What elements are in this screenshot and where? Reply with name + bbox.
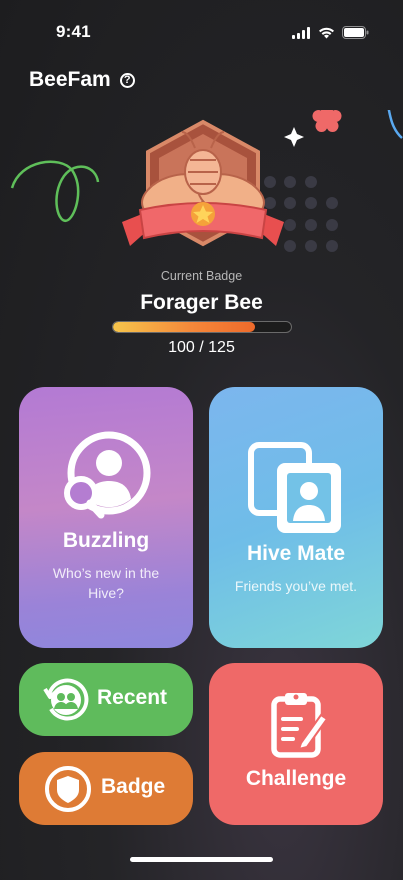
badge-progress-fill — [113, 322, 256, 332]
badge-progress-text: 100 / 125 — [168, 339, 235, 356]
history-users-icon — [43, 678, 89, 721]
shield-icon — [45, 766, 91, 812]
challenge-label: Challenge — [245, 767, 347, 790]
recent-label: Recent — [97, 686, 168, 709]
signal-icon — [292, 26, 310, 39]
badge-progress-bar — [112, 321, 292, 333]
hive-mate-card[interactable]: Hive Mate Friends you’ve met. — [209, 387, 383, 648]
decor-sparkle — [284, 127, 304, 147]
status-time: 9:41 — [56, 22, 91, 41]
challenge-button[interactable]: Challenge — [209, 663, 383, 825]
home-indicator[interactable] — [130, 857, 273, 862]
badge-caption: Current Badge — [160, 269, 243, 283]
hive-mate-subtitle: Friends you’ve met. — [234, 578, 358, 594]
badge-button[interactable]: Badge — [19, 752, 193, 825]
hive-mate-title: Hive Mate — [246, 542, 346, 565]
buzzling-title: Buzzling — [62, 529, 150, 552]
photo-cards-icon — [248, 442, 341, 533]
decor-green-scribble — [10, 160, 100, 222]
header: BeeFam ? — [29, 68, 135, 92]
bee-medal-icon — [122, 119, 284, 247]
badge-name: Forager Bee — [140, 291, 263, 314]
clipboard-edit-icon — [271, 693, 329, 758]
badge-hero — [10, 110, 403, 252]
status-icons — [292, 26, 369, 39]
app-title: BeeFam — [29, 68, 111, 91]
decor-flower — [312, 110, 342, 132]
battery-icon — [342, 26, 369, 39]
user-search-icon — [64, 431, 151, 519]
wifi-icon — [319, 27, 334, 38]
badge-label: Badge — [101, 775, 166, 798]
status-bar: 9:41 — [0, 0, 403, 60]
buzzling-card[interactable]: Buzzling Who’s new in the Hive? — [19, 387, 193, 648]
recent-button[interactable]: Recent — [19, 663, 193, 736]
buzzling-subtitle: Who’s new in the Hive? — [52, 565, 160, 601]
help-icon[interactable]: ? — [119, 72, 135, 88]
